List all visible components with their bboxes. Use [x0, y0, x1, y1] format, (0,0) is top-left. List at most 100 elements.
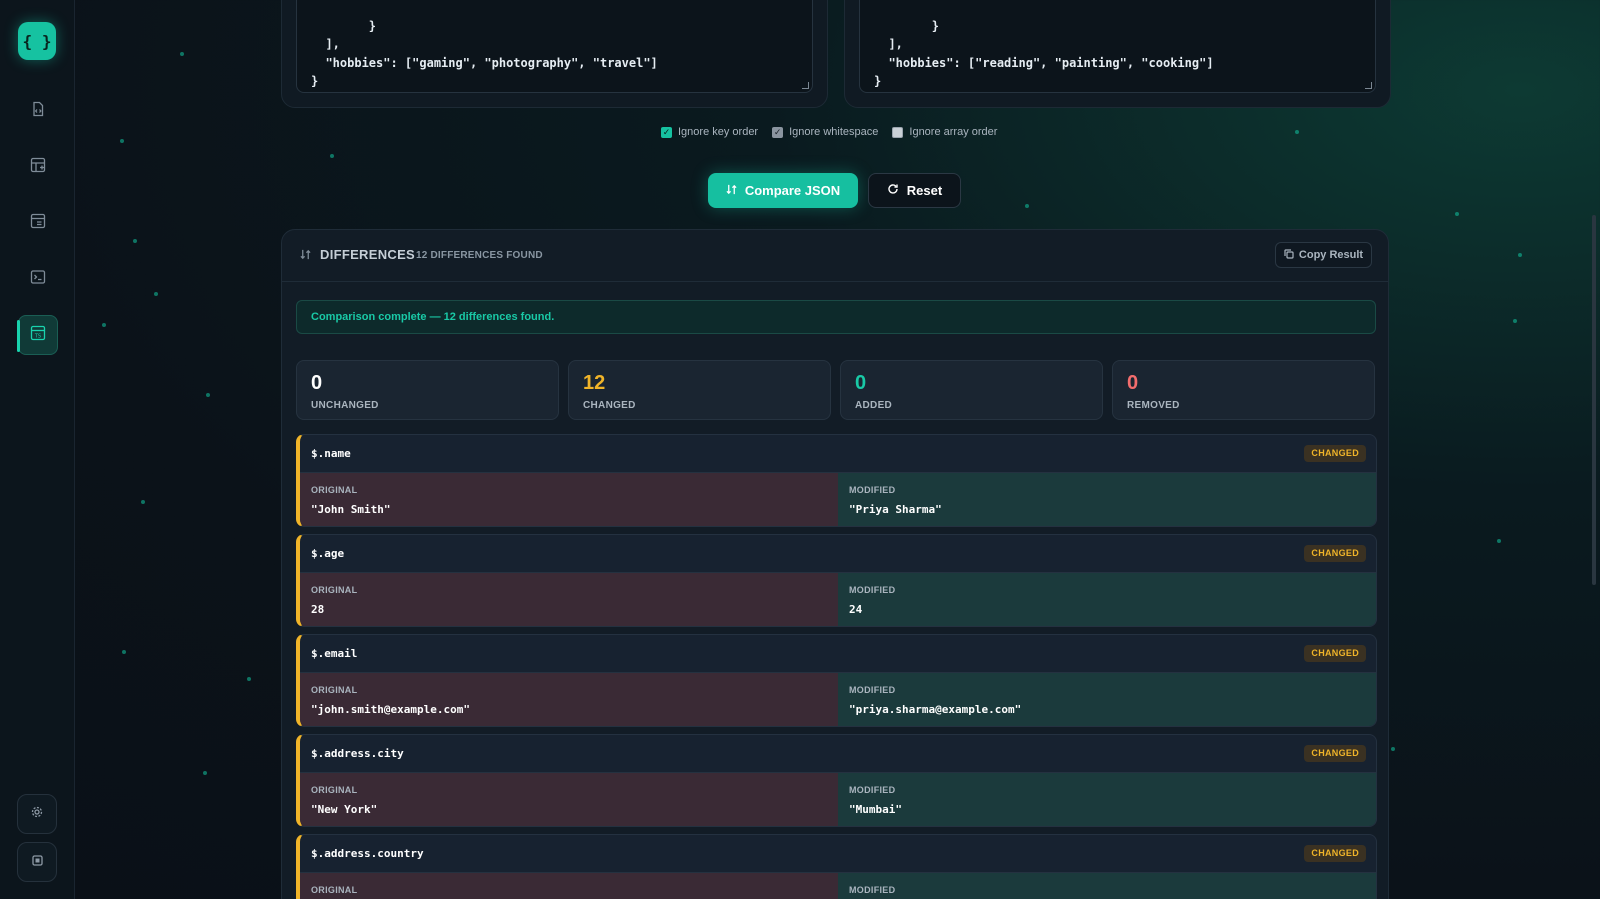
modified-label: MODIFIED [849, 885, 896, 895]
sidebar: { } TS [0, 0, 75, 899]
diff-path: $.address.city [311, 747, 404, 760]
diff-item-header: $.name CHANGED [300, 435, 1376, 473]
diff-item: $.address.city CHANGED ORIGINAL "New Yor… [296, 734, 1377, 827]
diff-item-header: $.address.city CHANGED [300, 735, 1376, 773]
diff-path: $.email [311, 647, 358, 660]
original-label: ORIGINAL [311, 785, 358, 795]
background-dot [206, 393, 210, 397]
settings-button[interactable] [17, 794, 57, 834]
differences-header: DIFFERENCES 12 DIFFERENCES FOUND Copy Re… [282, 230, 1388, 282]
modified-value: "Mumbai" [849, 803, 902, 816]
app-logo[interactable]: { } [18, 22, 56, 60]
background-dot [154, 292, 158, 296]
stat-removed: 0 REMOVED [1112, 360, 1375, 420]
original-value-cell: ORIGINAL "John Smith" [300, 473, 838, 526]
status-message: Comparison complete — 12 differences fou… [296, 300, 1376, 334]
compare-json-label: Compare JSON [744, 183, 841, 198]
option-ignore-key-order[interactable]: ✓ Ignore key order [661, 126, 758, 138]
original-json-editor[interactable]: } ], "hobbies": ["gaming", "photography"… [296, 0, 813, 93]
background-dot [330, 154, 334, 158]
diff-path: $.address.country [311, 847, 424, 860]
diff-item-header: $.email CHANGED [300, 635, 1376, 673]
original-value: "John Smith" [311, 503, 391, 516]
original-value: 28 [311, 603, 325, 616]
checkbox-checked-icon[interactable]: ✓ [661, 126, 672, 138]
background-dot [133, 239, 137, 243]
nav-table-plus[interactable] [18, 147, 58, 187]
background-dot [1518, 253, 1522, 257]
original-value-cell: ORIGINAL "New York" [300, 773, 838, 826]
original-label: ORIGINAL [311, 585, 358, 595]
compare-icon [726, 183, 737, 198]
modified-value: "priya.sharma@example.com" [849, 703, 1022, 716]
background-dot [1295, 130, 1299, 134]
background-dot [180, 52, 184, 56]
table-plus-icon [30, 157, 46, 178]
page-scrollbar[interactable] [1592, 215, 1596, 585]
original-label: ORIGINAL [311, 685, 358, 695]
original-label: ORIGINAL [311, 485, 358, 495]
nav-file-code[interactable] [18, 91, 58, 131]
resize-handle[interactable] [802, 82, 809, 89]
stat-label: UNCHANGED [311, 400, 379, 411]
stat-value: 12 [583, 372, 606, 394]
stat-value: 0 [855, 372, 867, 394]
resize-handle[interactable] [1365, 82, 1372, 89]
modified-label: MODIFIED [849, 685, 896, 695]
checkbox-unchecked-icon[interactable] [892, 126, 904, 138]
modified-value: 24 [849, 603, 863, 616]
original-json-text: } ], "hobbies": ["gaming", "photography"… [311, 18, 658, 89]
modified-json-card: } ], "hobbies": ["reading", "painting", … [844, 0, 1391, 108]
original-value: "New York" [311, 803, 378, 816]
modified-label: MODIFIED [849, 485, 896, 495]
file-code-icon [30, 101, 46, 122]
original-value-cell: ORIGINAL [300, 873, 838, 899]
refresh-icon [887, 183, 899, 198]
diff-path: $.age [311, 547, 345, 560]
layout-icon [30, 213, 46, 234]
stat-value: 0 [311, 372, 323, 394]
stat-value: 0 [1127, 372, 1139, 394]
panel-icon [31, 853, 43, 871]
compare-json-button[interactable]: Compare JSON [708, 173, 858, 208]
stat-label: CHANGED [583, 400, 636, 411]
modified-label: MODIFIED [849, 585, 896, 595]
nav-layout[interactable] [18, 203, 58, 243]
original-json-card: } ], "hobbies": ["gaming", "photography"… [281, 0, 828, 108]
nav-terminal[interactable] [18, 259, 58, 299]
background-dot [1391, 747, 1395, 751]
changed-badge: CHANGED [1304, 845, 1366, 862]
compare-icon [300, 249, 311, 263]
background-dot [203, 771, 207, 775]
differences-count: 12 DIFFERENCES FOUND [416, 250, 543, 261]
changed-badge: CHANGED [1304, 745, 1366, 762]
modified-json-editor[interactable]: } ], "hobbies": ["reading", "painting", … [859, 0, 1376, 93]
nav-ts-file[interactable]: TS [17, 315, 58, 355]
panel-button[interactable] [17, 842, 57, 882]
modified-label: MODIFIED [849, 785, 896, 795]
modified-json-text: } ], "hobbies": ["reading", "painting", … [874, 18, 1214, 89]
changed-badge: CHANGED [1304, 545, 1366, 562]
background-dot [102, 323, 106, 327]
ts-file-icon: TS [30, 325, 46, 346]
stat-unchanged: 0 UNCHANGED [296, 360, 559, 420]
original-value: "john.smith@example.com" [311, 703, 470, 716]
copy-icon [1284, 248, 1294, 262]
differences-panel: DIFFERENCES 12 DIFFERENCES FOUND Copy Re… [281, 229, 1389, 899]
reset-label: Reset [906, 183, 943, 198]
background-dot [1497, 539, 1501, 543]
compare-options: ✓ Ignore key order ✓ Ignore whitespace I… [661, 126, 997, 138]
background-dot [1513, 319, 1517, 323]
changed-badge: CHANGED [1304, 445, 1366, 462]
modified-value-cell: MODIFIED "priya.sharma@example.com" [838, 673, 1376, 726]
option-ignore-array-order[interactable]: Ignore array order [892, 126, 997, 138]
option-label: Ignore key order [678, 126, 759, 138]
copy-result-button[interactable]: Copy Result [1275, 242, 1372, 268]
diff-item: $.email CHANGED ORIGINAL "john.smith@exa… [296, 634, 1377, 727]
reset-button[interactable]: Reset [868, 173, 961, 208]
checkbox-checked-icon[interactable]: ✓ [772, 126, 784, 138]
option-ignore-whitespace[interactable]: ✓ Ignore whitespace [772, 126, 878, 138]
modified-value-cell: MODIFIED "Priya Sharma" [838, 473, 1376, 526]
settings-icon [31, 805, 43, 823]
diff-item: $.name CHANGED ORIGINAL "John Smith" MOD… [296, 434, 1377, 527]
